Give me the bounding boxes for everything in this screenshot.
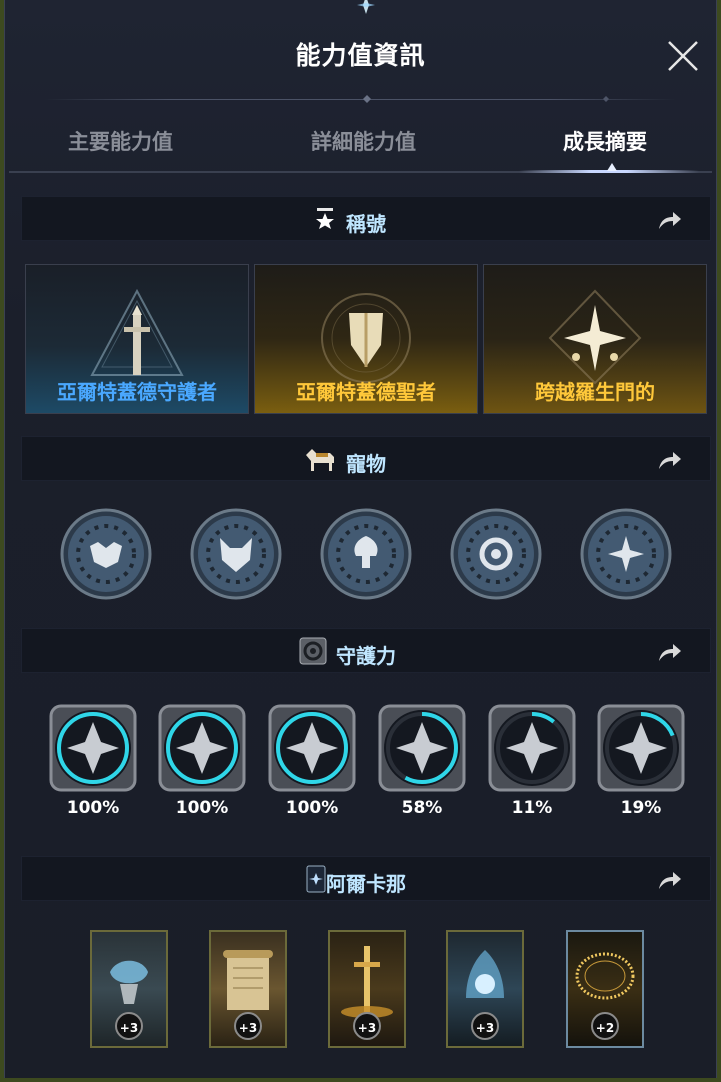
arcana-card-3[interactable]: +3 [328,930,406,1048]
close-icon[interactable] [665,38,701,74]
section-header-guardian: 守護力 [21,628,711,673]
tab-detailed-stats[interactable]: 詳細能力值 [311,126,416,156]
section-header-titles: 稱號 [21,196,711,241]
tab-main-stats[interactable]: 主要能力值 [68,126,173,156]
section-title-arcana: 阿爾卡那 [326,872,406,896]
pet-slot-tree[interactable] [320,508,412,600]
tab-growth-summary[interactable]: 成長摘要 [563,126,647,156]
title-card-rashomon[interactable]: 跨越羅生門的 [483,264,707,414]
guardian-percent: 100% [66,798,120,818]
divider-gem [603,96,609,102]
window-title: 能力值資訊 [295,41,426,70]
title-bar: 能力值資訊 [5,0,716,96]
section-header-arcana: 阿爾卡那 [21,856,711,901]
guardian-percent: 58% [401,798,443,818]
card-level-badge: +3 [234,1012,262,1040]
pet-slot-swirl[interactable] [450,508,542,600]
guardian-slot-1[interactable] [47,702,139,794]
arcana-card-1[interactable]: +3 [90,930,168,1048]
title-card-label: 亞爾特蓋德守護者 [57,380,217,404]
guardian-slot-3[interactable] [266,702,358,794]
arcana-card-4[interactable]: +3 [446,930,524,1048]
section-header-pets: 寵物 [21,436,711,481]
guardian-slot-4[interactable] [376,702,468,794]
title-card-saint[interactable]: 亞爾特蓋德聖者 [254,264,478,414]
share-arrow-icon[interactable] [656,449,682,471]
arcana-card-5[interactable]: +2 [566,930,644,1048]
card-level-badge: +3 [115,1012,143,1040]
title-card-label: 亞爾特蓋德聖者 [296,380,436,404]
share-arrow-icon[interactable] [656,209,682,231]
guardian-slot-6[interactable] [595,702,687,794]
arcana-card-2[interactable]: +3 [209,930,287,1048]
title-card-guardian[interactable]: 亞爾特蓋德守護者 [25,264,249,414]
section-title-guardian: 守護力 [336,644,396,668]
title-card-label: 跨越羅生門的 [535,380,655,404]
guardian-slot-5[interactable] [486,702,578,794]
share-arrow-icon[interactable] [656,869,682,891]
divider-gem [363,95,371,103]
guardian-percent: 100% [285,798,339,818]
active-tab-arrow-icon [607,163,617,171]
guardian-percent: 100% [175,798,229,818]
share-arrow-icon[interactable] [656,641,682,663]
section-title-titles: 稱號 [346,212,386,236]
card-level-badge: +2 [591,1012,619,1040]
pet-slot-owl[interactable] [60,508,152,600]
section-title-pets: 寵物 [346,452,386,476]
stats-panel: 能力值資訊 主要能力值 詳細能力值 成長摘要 稱號 亞爾特蓋德守護者 亞爾特蓋德… [4,0,717,1078]
guardian-slot-2[interactable] [156,702,248,794]
title-divider [45,99,676,100]
guardian-percent: 19% [620,798,662,818]
pet-slot-flower[interactable] [580,508,672,600]
pet-slot-fox[interactable] [190,508,282,600]
card-level-badge: +3 [471,1012,499,1040]
card-level-badge: +3 [353,1012,381,1040]
guardian-percent: 11% [511,798,553,818]
